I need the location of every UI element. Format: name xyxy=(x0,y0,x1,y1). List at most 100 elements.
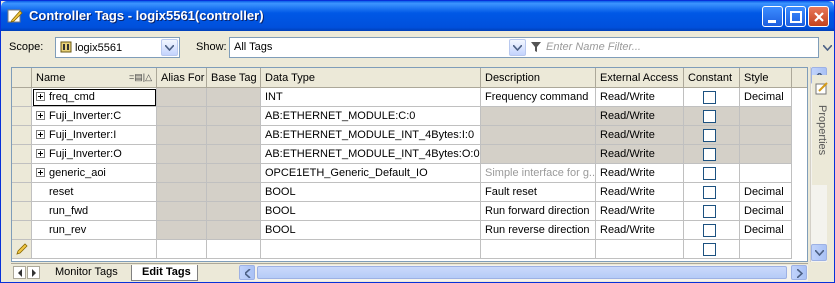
row-selector[interactable] xyxy=(12,183,32,202)
tag-name-cell[interactable]: generic_aoi xyxy=(32,164,157,183)
funnel-icon[interactable] xyxy=(530,41,542,56)
constant-cell[interactable] xyxy=(684,183,740,202)
base-tag-cell[interactable] xyxy=(207,164,261,183)
tag-name-cell[interactable]: Fuji_Inverter:O xyxy=(32,145,157,164)
external-access-cell[interactable]: Read/Write xyxy=(596,221,684,240)
data-type-cell[interactable] xyxy=(261,240,481,259)
style-cell[interactable]: Decimal xyxy=(740,202,792,221)
row-selector[interactable] xyxy=(12,202,32,221)
external-access-cell[interactable]: Read/Write xyxy=(596,164,684,183)
tag-name-cell[interactable] xyxy=(32,240,157,259)
scroll-thumb[interactable] xyxy=(257,266,787,279)
column-header-external-access[interactable]: External Access xyxy=(596,68,684,88)
constant-checkbox[interactable] xyxy=(703,148,716,161)
base-tag-cell[interactable] xyxy=(207,240,261,259)
row-selector[interactable] xyxy=(12,164,32,183)
constant-checkbox[interactable] xyxy=(703,224,716,237)
row-selector[interactable] xyxy=(12,240,32,259)
base-tag-cell[interactable] xyxy=(207,126,261,145)
tab-edit-tags[interactable]: Edit Tags xyxy=(131,265,198,281)
expand-icon[interactable] xyxy=(36,92,45,101)
style-cell[interactable] xyxy=(740,126,792,145)
style-cell[interactable] xyxy=(740,164,792,183)
expand-icon[interactable] xyxy=(36,111,45,120)
expand-icon[interactable] xyxy=(36,168,45,177)
base-tag-cell[interactable] xyxy=(207,107,261,126)
sort-icon[interactable]: =▤|△ xyxy=(129,72,152,83)
data-type-cell[interactable]: AB:ETHERNET_MODULE_INT_4Bytes:O:0 xyxy=(261,145,481,164)
constant-checkbox[interactable] xyxy=(703,110,716,123)
title-bar[interactable]: Controller Tags - logix5561(controller) xyxy=(1,1,834,31)
table-row[interactable]: Fuji_Inverter:I AB:ETHERNET_MODULE_INT_4B… xyxy=(12,126,807,145)
external-access-cell[interactable]: Read/Write xyxy=(596,145,684,164)
external-access-cell[interactable] xyxy=(596,240,684,259)
name-filter-input[interactable]: Enter Name Filter... xyxy=(546,41,641,53)
external-access-cell[interactable]: Read/Write xyxy=(596,126,684,145)
new-tag-row[interactable] xyxy=(12,240,807,259)
description-cell[interactable] xyxy=(481,107,596,126)
tab-next-icon[interactable] xyxy=(27,266,40,279)
description-cell[interactable]: Fault reset xyxy=(481,183,596,202)
alias-for-cell[interactable] xyxy=(157,145,207,164)
description-cell[interactable]: Run forward direction xyxy=(481,202,596,221)
column-header-base-tag[interactable]: Base Tag xyxy=(207,68,261,88)
horizontal-scrollbar[interactable] xyxy=(239,265,808,281)
base-tag-cell[interactable] xyxy=(207,88,261,107)
alias-for-cell[interactable] xyxy=(157,221,207,240)
data-type-cell[interactable]: AB:ETHERNET_MODULE_INT_4Bytes:I:0 xyxy=(261,126,481,145)
column-header-alias-for[interactable]: Alias For xyxy=(157,68,207,88)
table-row[interactable]: reset BOOL Fault reset Read/Write Decimal xyxy=(12,183,807,202)
external-access-cell[interactable]: Read/Write xyxy=(596,202,684,221)
tag-name-cell[interactable]: reset xyxy=(32,183,157,202)
chevron-down-icon[interactable] xyxy=(509,39,526,56)
row-selector[interactable] xyxy=(12,221,32,240)
external-access-cell[interactable]: Read/Write xyxy=(596,88,684,107)
scroll-right-icon[interactable] xyxy=(791,265,807,280)
column-header-style[interactable]: Style xyxy=(740,68,792,88)
table-row[interactable]: run_rev BOOL Run reverse direction Read/Wri… xyxy=(12,221,807,240)
scope-select[interactable]: logix5561 xyxy=(55,37,180,58)
table-row[interactable]: freq_cmd INT Frequency command Read/Write De… xyxy=(12,88,807,107)
scroll-left-icon[interactable] xyxy=(239,265,255,280)
scroll-down-icon[interactable] xyxy=(811,244,827,261)
alias-for-cell[interactable] xyxy=(157,240,207,259)
base-tag-cell[interactable] xyxy=(207,145,261,164)
data-type-cell[interactable]: AB:ETHERNET_MODULE:C:0 xyxy=(261,107,481,126)
row-selector-header[interactable] xyxy=(12,68,32,88)
table-row[interactable]: Fuji_Inverter:O AB:ETHERNET_MODULE_INT_4B… xyxy=(12,145,807,164)
expand-icon[interactable] xyxy=(36,149,45,158)
tag-name-cell[interactable]: run_fwd xyxy=(32,202,157,221)
row-selector[interactable] xyxy=(12,88,32,107)
constant-cell[interactable] xyxy=(684,202,740,221)
maximize-button[interactable] xyxy=(785,6,806,27)
show-filter-select[interactable]: All Tags Enter Name Filter... xyxy=(229,37,819,58)
table-row[interactable]: run_fwd BOOL Run forward direction Read/Wri… xyxy=(12,202,807,221)
table-row[interactable]: Fuji_Inverter:C AB:ETHERNET_MODULE:C:0 Rea… xyxy=(12,107,807,126)
constant-checkbox[interactable] xyxy=(703,129,716,142)
constant-cell[interactable] xyxy=(684,145,740,164)
alias-for-cell[interactable] xyxy=(157,126,207,145)
alias-for-cell[interactable] xyxy=(157,202,207,221)
style-cell[interactable] xyxy=(740,145,792,164)
data-type-cell[interactable]: INT xyxy=(261,88,481,107)
data-type-cell[interactable]: BOOL xyxy=(261,202,481,221)
properties-panel-tab[interactable]: Properties xyxy=(812,75,832,185)
tag-name-cell[interactable]: Fuji_Inverter:I xyxy=(32,126,157,145)
expand-icon[interactable] xyxy=(36,130,45,139)
constant-cell[interactable] xyxy=(684,126,740,145)
column-header-description[interactable]: Description xyxy=(481,68,596,88)
constant-checkbox[interactable] xyxy=(703,243,716,256)
tab-prev-icon[interactable] xyxy=(13,266,26,279)
description-cell[interactable]: Simple interface for g... xyxy=(481,164,596,183)
row-selector[interactable] xyxy=(12,145,32,164)
base-tag-cell[interactable] xyxy=(207,183,261,202)
description-cell[interactable] xyxy=(481,240,596,259)
tag-name-cell[interactable]: freq_cmd xyxy=(32,88,157,107)
base-tag-cell[interactable] xyxy=(207,202,261,221)
column-header-name[interactable]: Name =▤|△ xyxy=(32,68,157,88)
close-button[interactable] xyxy=(808,6,829,27)
constant-cell[interactable] xyxy=(684,88,740,107)
column-header-constant[interactable]: Constant xyxy=(684,68,740,88)
constant-checkbox[interactable] xyxy=(703,205,716,218)
tag-name-cell[interactable]: Fuji_Inverter:C xyxy=(32,107,157,126)
